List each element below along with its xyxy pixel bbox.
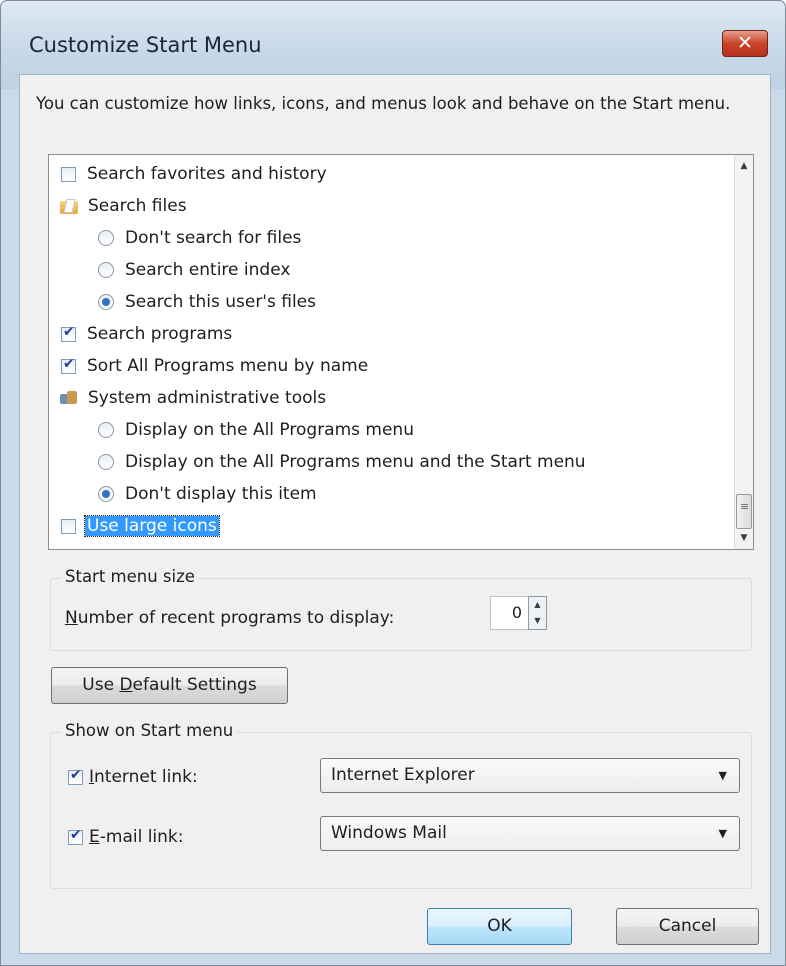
option-label: Use large icons (84, 515, 220, 537)
show-on-start-menu-group (50, 732, 752, 889)
option-label: Search programs (87, 324, 233, 344)
recent-programs-spinner[interactable]: ▲ ▼ (528, 596, 547, 630)
sort-all-programs-checkbox[interactable] (61, 356, 76, 374)
chevron-down-icon[interactable]: ▼ (719, 759, 727, 792)
option-label: Search favorites and history (87, 164, 327, 184)
spin-up-icon[interactable]: ▲ (529, 597, 546, 613)
email-link-checkbox[interactable] (68, 827, 83, 845)
spin-down-icon[interactable]: ▼ (529, 613, 546, 629)
option-search-files-group: Search files (60, 191, 187, 221)
admin-tools-icon (60, 390, 78, 406)
email-link-label: -mail link: (99, 827, 184, 847)
options-scrollbar[interactable]: ▲ ▼ (734, 155, 753, 549)
search-entire-index-radio[interactable] (98, 262, 114, 278)
dialog-body: You can customize how links, icons, and … (19, 74, 771, 954)
email-link-row[interactable]: E-mail link: (68, 827, 184, 847)
search-user-files-radio[interactable] (98, 294, 114, 310)
options-listbox[interactable]: Search favorites and history Search file… (48, 154, 754, 550)
cancel-button[interactable]: Cancel (616, 908, 759, 945)
show-on-start-menu-label: Show on Start menu (61, 721, 238, 740)
display-all-programs-and-start-radio[interactable] (98, 454, 114, 470)
email-link-accel: E (89, 827, 100, 847)
option-label: Search files (88, 196, 187, 216)
start-menu-size-label: Start menu size (61, 567, 199, 586)
ok-button[interactable]: OK (427, 908, 572, 945)
option-search-programs[interactable]: Search programs (61, 319, 232, 349)
default-button-prefix: Use (82, 675, 120, 695)
option-label: Search this user's files (125, 292, 316, 312)
chevron-down-icon[interactable]: ▼ (719, 817, 727, 850)
option-search-user-files[interactable]: Search this user's files (98, 287, 316, 317)
option-dont-search-files[interactable]: Don't search for files (98, 223, 301, 253)
search-programs-checkbox[interactable] (61, 324, 76, 342)
internet-link-value: Internet Explorer (331, 765, 475, 785)
default-button-rest: efault Settings (132, 675, 257, 695)
scroll-up-arrow-icon[interactable]: ▲ (735, 157, 753, 175)
option-label: Display on the All Programs menu (125, 420, 414, 440)
use-default-settings-button[interactable]: Use Default Settings (51, 667, 288, 704)
dialog-title: Customize Start Menu (29, 33, 262, 57)
dont-search-files-radio[interactable] (98, 230, 114, 246)
option-dont-display-item[interactable]: Don't display this item (98, 479, 317, 509)
option-label: Search entire index (125, 260, 291, 280)
display-all-programs-radio[interactable] (98, 422, 114, 438)
internet-link-checkbox[interactable] (68, 767, 83, 785)
option-search-favorites[interactable]: Search favorites and history (61, 159, 327, 189)
option-label: System administrative tools (88, 388, 327, 408)
customize-start-menu-dialog: Customize Start Menu ✕ You can customize… (0, 0, 786, 966)
close-button[interactable]: ✕ (722, 30, 768, 57)
option-label: Don't search for files (125, 228, 302, 248)
recent-programs-label: Number of recent programs to display: (65, 608, 394, 628)
internet-link-row[interactable]: Internet link: (68, 767, 198, 787)
scroll-down-arrow-icon[interactable]: ▼ (735, 529, 753, 547)
recent-programs-text: umber of recent programs to display: (77, 608, 395, 628)
scroll-thumb[interactable] (736, 494, 752, 529)
option-display-all-programs[interactable]: Display on the All Programs menu (98, 415, 414, 445)
option-label: Display on the All Programs menu and the… (125, 452, 586, 472)
search-favorites-checkbox[interactable] (61, 166, 76, 182)
recent-programs-input[interactable]: 0 (490, 596, 528, 630)
option-sort-all-programs[interactable]: Sort All Programs menu by name (61, 351, 368, 381)
option-label: Don't display this item (125, 484, 317, 504)
email-link-value: Windows Mail (331, 823, 447, 843)
internet-link-label: nternet link: (94, 767, 198, 787)
option-label: Sort All Programs menu by name (87, 356, 369, 376)
email-link-dropdown[interactable]: Windows Mail ▼ (320, 816, 740, 851)
use-large-icons-checkbox[interactable] (61, 518, 76, 534)
option-search-entire-index[interactable]: Search entire index (98, 255, 290, 285)
recent-programs-accel: N (65, 608, 78, 628)
option-use-large-icons[interactable]: Use large icons (61, 511, 220, 541)
intro-text: You can customize how links, icons, and … (36, 94, 731, 113)
dont-display-item-radio[interactable] (98, 486, 114, 502)
default-button-accel: D (119, 675, 133, 695)
search-files-icon (60, 198, 78, 214)
option-display-all-programs-and-start[interactable]: Display on the All Programs menu and the… (98, 447, 586, 477)
internet-link-dropdown[interactable]: Internet Explorer ▼ (320, 758, 740, 793)
option-admin-tools-group: System administrative tools (60, 383, 326, 413)
